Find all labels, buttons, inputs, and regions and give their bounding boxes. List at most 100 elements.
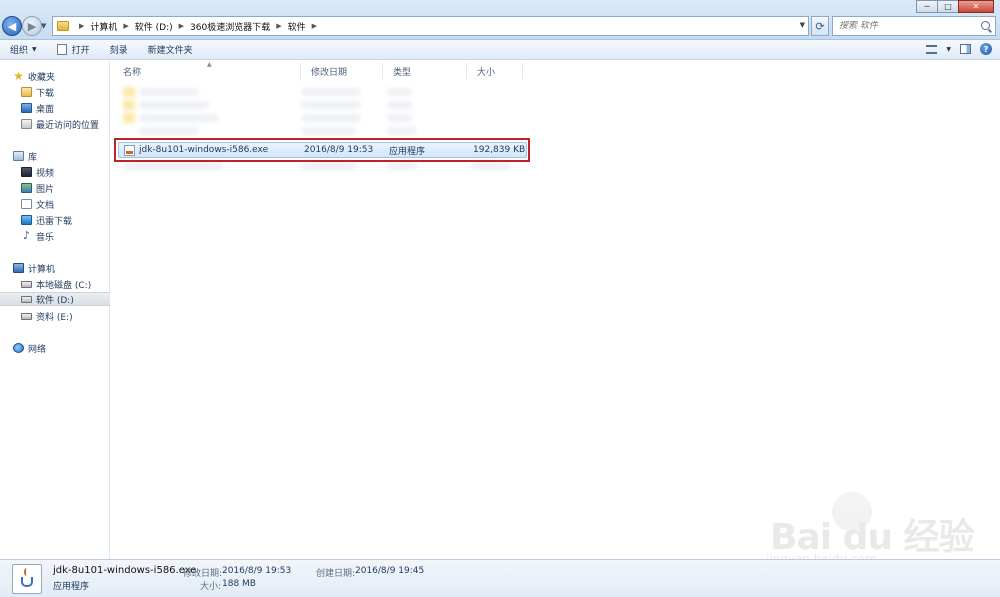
burn-label: 刻录 [109,46,128,56]
preview-pane-icon[interactable] [960,44,971,54]
details-size-label: 大小: [200,582,222,592]
blurred-folder-icon [123,100,135,110]
maximize-button[interactable]: □ [937,0,959,13]
nav-favorites[interactable]: ★ 收藏夹 [0,69,110,83]
details-file-name: jdk-8u101-windows-i586.exe [53,565,197,576]
nav-recent-places[interactable]: 最近访问的位置 [0,117,110,131]
title-bar: ◀ ▶ ▼ ▶ 计算机 ▶ 软件 (D:) ▶ 360极速浏览器下载 ▶ 软件 … [0,0,1000,40]
blurred-row [471,162,511,170]
chevron-right-icon[interactable]: ▶ [276,22,281,30]
nav-documents[interactable]: 文档 [0,197,110,211]
breadcrumb-software[interactable]: 软件 [288,20,306,33]
blurred-row [387,101,412,109]
details-modified-label: 修改日期: [183,569,223,579]
java-installer-large-icon [12,564,42,594]
chevron-right-icon[interactable]: ▶ [312,22,317,30]
desktop-icon [21,103,32,113]
search-input[interactable] [839,21,974,31]
column-modified-label: 修改日期 [311,67,348,78]
blurred-row [387,162,417,170]
organize-label: 组织 [10,46,29,56]
hard-drive-icon [21,312,32,320]
chevron-right-icon[interactable]: ▶ [179,22,184,30]
column-size-label: 大小 [477,67,496,78]
java-installer-icon [124,144,135,156]
recent-pages-dropdown-icon[interactable]: ▼ [41,22,46,30]
details-created-value: 2016/8/9 19:45 [355,566,425,576]
blurred-folder-icon [123,113,135,123]
chevron-down-icon: ▼ [32,46,37,53]
change-view-icon[interactable] [926,44,938,54]
blurred-row [301,127,356,135]
details-size-value: 188 MB [222,579,256,589]
nav-music-label: 音乐 [36,232,55,243]
details-modified-value: 2016/8/9 19:53 [222,566,292,576]
nav-computer[interactable]: 计算机 [0,261,110,275]
file-type: 应用程序 [389,146,426,157]
breadcrumb-drive-d[interactable]: 软件 (D:) [135,20,173,33]
nav-documents-label: 文档 [36,200,55,211]
folder-icon [57,21,69,31]
search-icon[interactable] [981,21,990,30]
blurred-folder-icon [123,87,135,97]
file-list: 名称 ▲ 修改日期 类型 大小 jdk-8u101-windows-i586.e… [111,61,1000,566]
open-button[interactable]: 打开 [47,41,100,59]
column-header-type[interactable]: 类型 [383,63,467,79]
nav-desktop-label: 桌面 [36,104,55,115]
minimize-button[interactable]: ─ [916,0,938,13]
chevron-right-icon[interactable]: ▶ [79,22,84,30]
blurred-row [139,127,199,135]
forward-button[interactable]: ▶ [22,16,42,36]
coffee-cup-icon [21,577,33,587]
back-button[interactable]: ◀ [2,16,22,36]
chevron-right-icon[interactable]: ▶ [123,22,128,30]
blurred-row [139,114,219,122]
close-button[interactable]: ✕ [958,0,994,13]
blurred-row [387,114,412,122]
file-row-selected[interactable]: jdk-8u101-windows-i586.exe 2016/8/9 19:5… [118,142,527,158]
file-size: 192,839 KB [473,145,526,155]
nav-drive-e[interactable]: 资料 (E:) [0,309,110,323]
search-box[interactable] [832,16,996,36]
column-header-modified[interactable]: 修改日期 [301,63,383,79]
nav-favorites-label: 收藏夹 [28,72,56,83]
xunlei-icon [21,215,32,225]
navigation-pane: ★ 收藏夹 下载 桌面 最近访问的位置 库 视频 图片 文档 迅雷下载 ♪ 音乐… [0,61,110,559]
nav-xunlei-label: 迅雷下载 [36,216,73,227]
nav-music[interactable]: ♪ 音乐 [0,229,110,243]
details-created-label: 创建日期: [316,569,356,579]
recent-places-icon [21,119,32,129]
computer-icon [13,263,24,273]
nav-libraries[interactable]: 库 [0,149,110,163]
nav-drive-c[interactable]: 本地磁盘 (C:) [0,277,110,291]
hard-drive-icon [21,295,32,303]
burn-button[interactable]: 刻录 [100,41,138,59]
nav-pictures[interactable]: 图片 [0,181,110,195]
nav-drive-d[interactable]: 软件 (D:) [0,292,110,306]
new-folder-button[interactable]: 新建文件夹 [138,41,203,59]
nav-xunlei-downloads[interactable]: 迅雷下载 [0,213,110,227]
column-header-size[interactable]: 大小 [467,63,523,79]
organize-button[interactable]: 组织 ▼ [0,41,47,59]
view-options-dropdown-icon[interactable]: ▼ [946,46,951,53]
nav-desktop[interactable]: 桌面 [0,101,110,115]
music-note-icon: ♪ [22,229,31,242]
window-controls: ─ □ ✕ [916,0,994,13]
breadcrumb-browser-downloads[interactable]: 360极速浏览器下载 [190,20,270,33]
blurred-row [139,88,199,96]
address-bar[interactable]: ▶ 计算机 ▶ 软件 (D:) ▶ 360极速浏览器下载 ▶ 软件 ▶ ▼ [52,16,809,36]
nav-downloads[interactable]: 下载 [0,85,110,99]
blurred-row [301,88,361,96]
blurred-row [387,127,417,135]
address-dropdown-icon[interactable]: ▼ [800,21,805,29]
nav-pictures-label: 图片 [36,184,55,195]
arrow-right-icon: ▶ [27,19,37,33]
refresh-button[interactable]: ⟳ [811,16,829,36]
help-icon[interactable]: ? [980,43,992,55]
breadcrumb-computer[interactable]: 计算机 [90,20,117,33]
column-header-name[interactable]: 名称 ▲ [113,61,301,79]
nav-videos[interactable]: 视频 [0,165,110,179]
blurred-row [139,101,209,109]
nav-network[interactable]: 网络 [0,341,110,355]
file-modified: 2016/8/9 19:53 [304,145,374,155]
